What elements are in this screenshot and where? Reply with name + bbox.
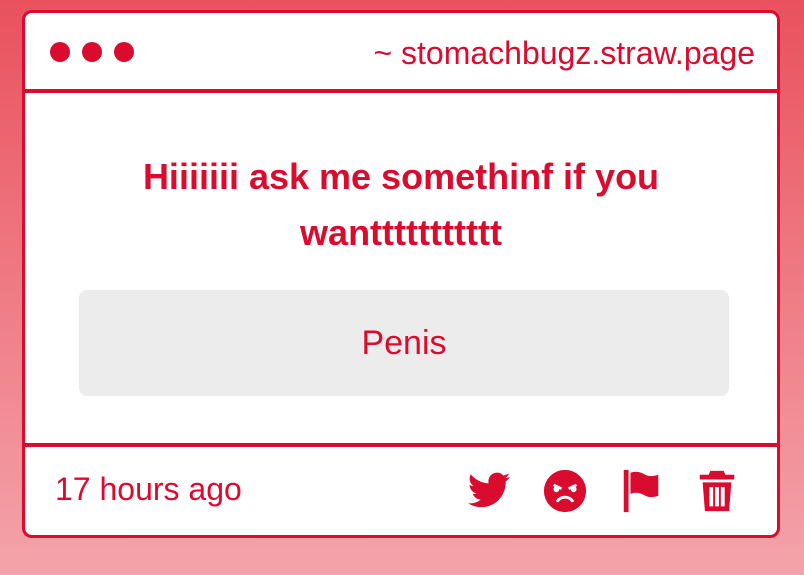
angry-face-icon: [543, 469, 587, 513]
window-dot: [50, 42, 70, 62]
window-dots: [50, 42, 134, 62]
question-card: ~ stomachbugz.straw.page Hiiiiiii ask me…: [22, 10, 780, 538]
share-twitter-button[interactable]: [465, 467, 513, 515]
title-bar: ~ stomachbugz.straw.page: [25, 13, 777, 93]
question-text: Hiiiiiii ask me somethinf if you wantttt…: [142, 156, 660, 253]
site-url[interactable]: ~ stomachbugz.straw.page: [373, 35, 755, 71]
window-dot: [114, 42, 134, 62]
trash-icon: [699, 470, 735, 512]
card-footer: 17 hours ago: [25, 443, 777, 535]
twitter-icon: [467, 472, 511, 508]
action-bar: [465, 467, 741, 515]
timestamp: 17 hours ago: [55, 471, 242, 507]
answer-box: Penis: [79, 290, 729, 396]
report-button[interactable]: [617, 467, 665, 515]
window-dot: [82, 42, 102, 62]
delete-button[interactable]: [693, 467, 741, 515]
answer-text: Penis: [361, 323, 447, 362]
flag-icon: [623, 469, 659, 513]
react-angry-button[interactable]: [541, 467, 589, 515]
